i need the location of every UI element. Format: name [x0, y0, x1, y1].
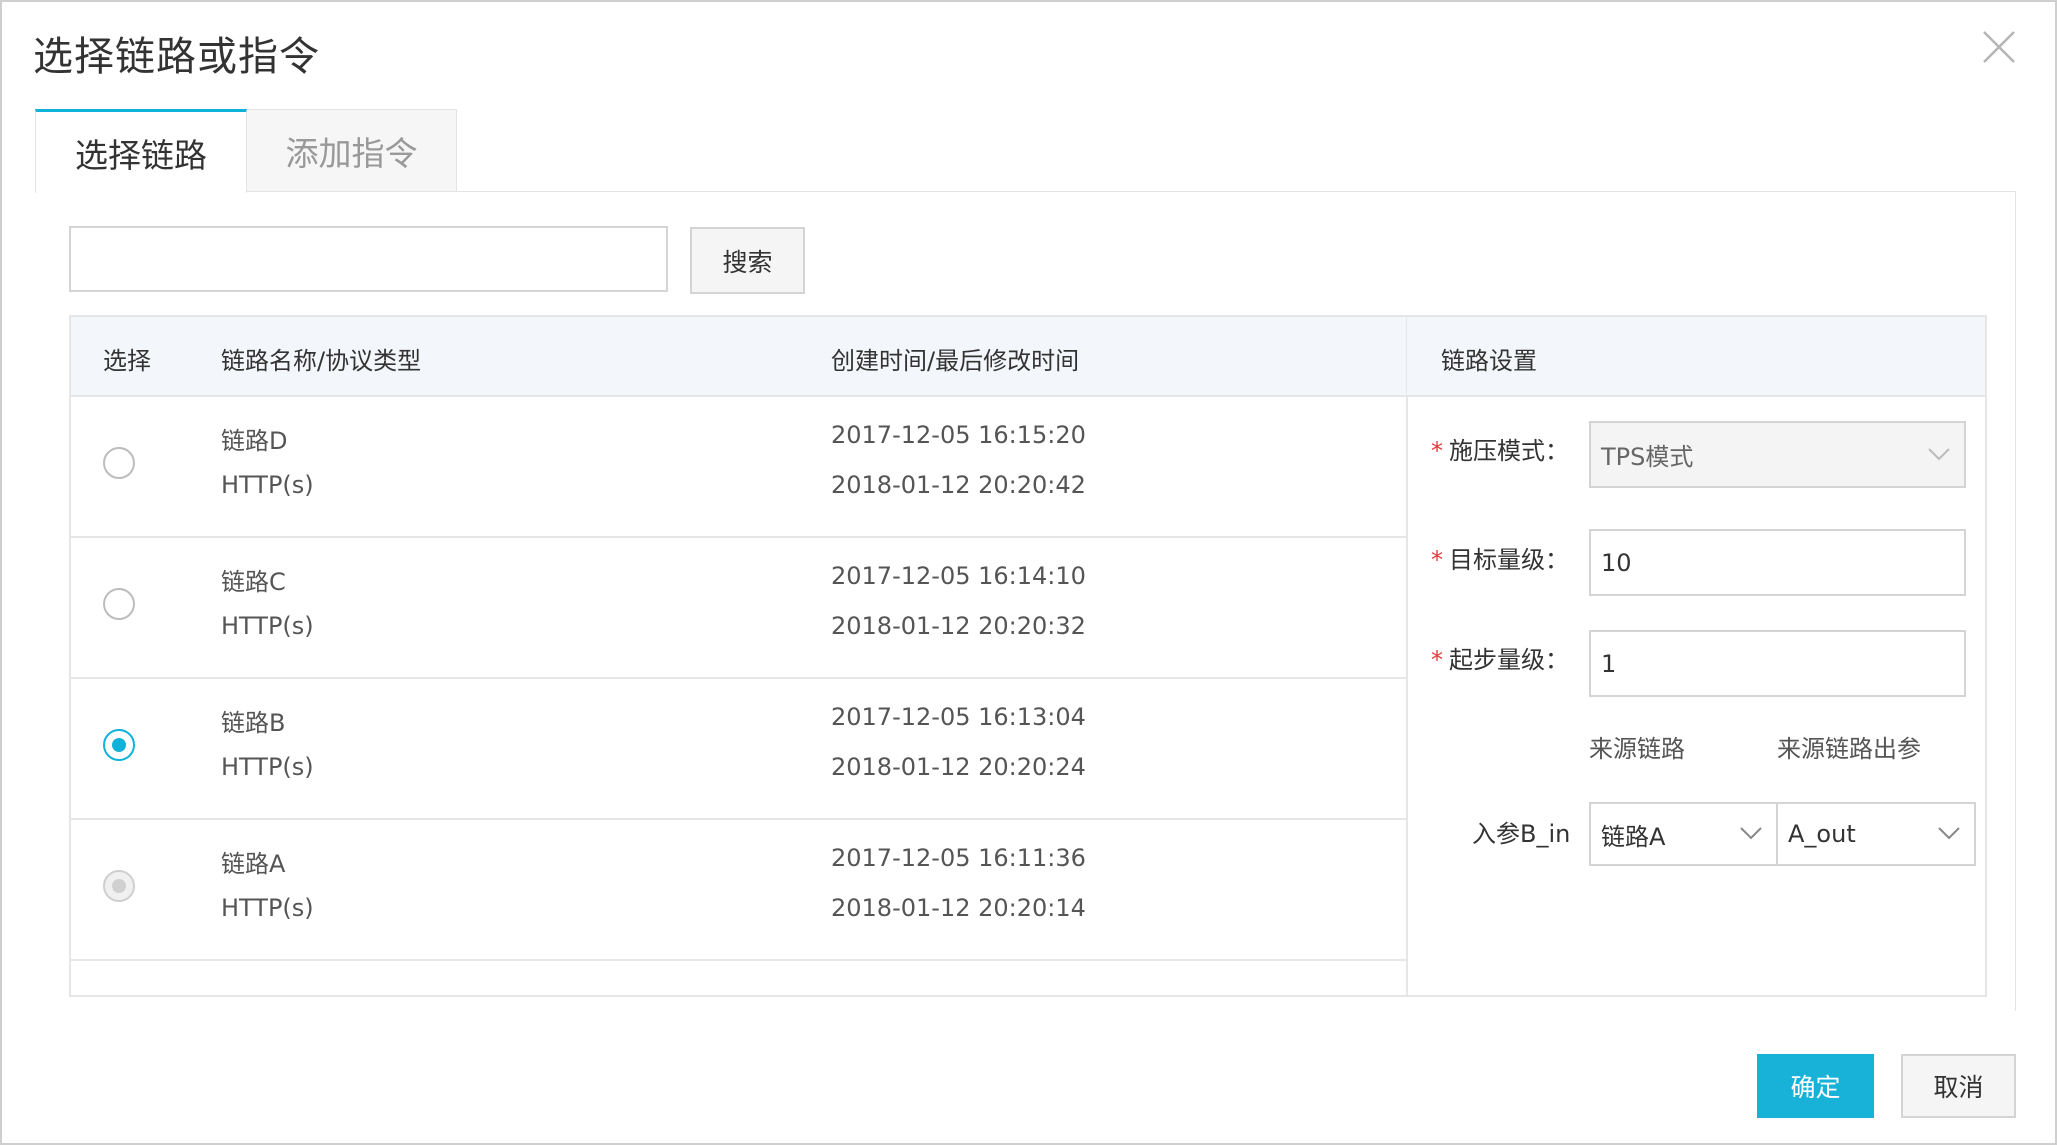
target-level-label: * 目标量级：: [1431, 546, 1569, 574]
cancel-button[interactable]: 取消: [1901, 1054, 2016, 1118]
link-name: 链路C: [221, 568, 286, 596]
created-time: 2017-12-05 16:14:10: [831, 562, 1086, 590]
link-settings-panel: 链路设置 * 施压模式： TPS模式 * 目标量级： 10 * 起步量级： 1 来源链…: [1407, 315, 1987, 997]
modified-time: 2018-01-12 20:20:24: [831, 753, 1086, 781]
start-level-label: * 起步量级：: [1431, 646, 1569, 674]
created-time: 2017-12-05 16:13:04: [831, 703, 1086, 731]
settings-title: 链路设置: [1441, 347, 1537, 375]
link-protocol: HTTP(s): [221, 894, 314, 922]
close-icon[interactable]: [1980, 28, 2018, 66]
table-row[interactable]: 链路D HTTP(s) 2017-12-05 16:15:20 2018-01-…: [71, 397, 1406, 538]
required-mark: *: [1431, 646, 1443, 674]
confirm-button[interactable]: 确定: [1757, 1054, 1874, 1118]
tab-select-link[interactable]: 选择链路: [35, 109, 247, 193]
chevron-down-icon: [1938, 827, 1960, 840]
modified-time: 2018-01-12 20:20:42: [831, 471, 1086, 499]
dialog-title: 选择链路或指令: [33, 34, 320, 80]
header-select: 选择: [103, 347, 151, 375]
pressure-mode-label: * 施压模式：: [1431, 437, 1569, 465]
row-radio-disabled: [103, 870, 135, 902]
modified-time: 2018-01-12 20:20:14: [831, 894, 1086, 922]
settings-header: 链路设置: [1407, 317, 1985, 397]
header-created-modified: 创建时间/最后修改时间: [831, 347, 1080, 375]
start-level-input[interactable]: 1: [1589, 630, 1966, 697]
pressure-mode-select: TPS模式: [1589, 421, 1966, 488]
required-mark: *: [1431, 546, 1443, 574]
chevron-down-icon: [1740, 827, 1762, 840]
modified-time: 2018-01-12 20:20:32: [831, 612, 1086, 640]
table-row[interactable]: 链路B HTTP(s) 2017-12-05 16:13:04 2018-01-…: [71, 679, 1406, 820]
row-radio-checked[interactable]: [103, 729, 135, 761]
link-protocol: HTTP(s): [221, 471, 314, 499]
link-protocol: HTTP(s): [221, 753, 314, 781]
source-link-header: 来源链路: [1589, 735, 1685, 763]
table-row[interactable]: 链路C HTTP(s) 2017-12-05 16:14:10 2018-01-…: [71, 538, 1406, 679]
link-protocol: HTTP(s): [221, 612, 314, 640]
source-output-select[interactable]: A_out: [1776, 802, 1976, 866]
row-radio[interactable]: [103, 588, 135, 620]
tab-add-command[interactable]: 添加指令: [247, 109, 457, 192]
header-name-protocol: 链路名称/协议类型: [221, 347, 422, 375]
chevron-down-icon: [1928, 447, 1950, 460]
source-param-header: 来源链路出参: [1777, 735, 1921, 763]
search-input[interactable]: [69, 226, 668, 292]
table-header: 选择 链路名称/协议类型 创建时间/最后修改时间: [71, 317, 1406, 397]
row-radio[interactable]: [103, 447, 135, 479]
select-link-dialog: 选择链路或指令 选择链路 添加指令 搜索 选择 链路名称/协议类型 创建时间/最…: [0, 0, 2057, 1145]
source-link-select[interactable]: 链路A: [1589, 802, 1778, 866]
input-param-label: 入参B_in: [1472, 820, 1571, 848]
target-level-input[interactable]: 10: [1589, 529, 1966, 596]
link-name: 链路A: [221, 850, 286, 878]
table-row[interactable]: 链路A HTTP(s) 2017-12-05 16:11:36 2018-01-…: [71, 820, 1406, 961]
created-time: 2017-12-05 16:11:36: [831, 844, 1086, 872]
link-table: 选择 链路名称/协议类型 创建时间/最后修改时间 链路D HTTP(s) 201…: [69, 315, 1408, 997]
link-name: 链路D: [221, 427, 288, 455]
required-mark: *: [1431, 437, 1443, 465]
link-name: 链路B: [221, 709, 286, 737]
search-button[interactable]: 搜索: [690, 227, 805, 294]
scroll-clip: [35, 1011, 2035, 1051]
created-time: 2017-12-05 16:15:20: [831, 421, 1086, 449]
